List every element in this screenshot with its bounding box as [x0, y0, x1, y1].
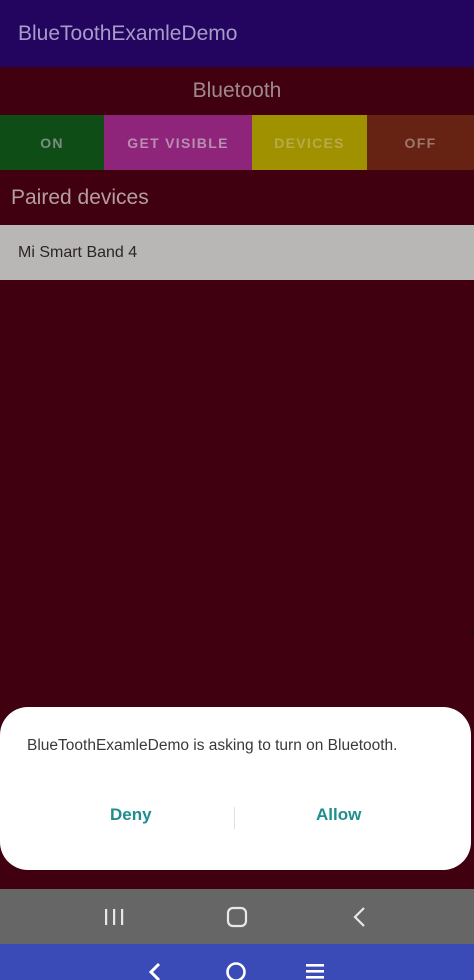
navigation-bar	[0, 889, 474, 944]
bluetooth-permission-dialog: BlueToothExamleDemo is asking to turn on…	[0, 707, 471, 870]
list-item[interactable]: Mi Smart Band 4	[0, 225, 474, 280]
home-icon[interactable]	[207, 889, 267, 944]
menu-icon[interactable]	[295, 958, 335, 980]
back-chevron-icon[interactable]	[135, 958, 175, 980]
deny-button[interactable]: Deny	[110, 805, 152, 825]
on-button[interactable]: ON	[0, 115, 104, 170]
dialog-message: BlueToothExamleDemo is asking to turn on…	[27, 737, 398, 754]
get-visible-button[interactable]: GET VISIBLE	[104, 115, 252, 170]
devices-button[interactable]: DEVICES	[252, 115, 367, 170]
app-title: BlueToothExamleDemo	[18, 21, 238, 45]
bottom-nav-strip	[0, 944, 474, 980]
allow-button[interactable]: Allow	[316, 805, 361, 825]
dialog-divider	[234, 807, 235, 829]
paired-devices-list: Mi Smart Band 4	[0, 225, 474, 280]
bluetooth-button-row: ON GET VISIBLE DEVICES OFF	[0, 115, 474, 170]
back-icon[interactable]	[330, 889, 390, 944]
section-title: Bluetooth	[192, 79, 282, 102]
home-circle-icon[interactable]	[216, 958, 256, 980]
app-bar: BlueToothExamleDemo	[0, 0, 474, 67]
recent-apps-icon[interactable]	[84, 889, 144, 944]
off-button[interactable]: OFF	[367, 115, 474, 170]
paired-devices-label: Paired devices	[11, 185, 149, 209]
